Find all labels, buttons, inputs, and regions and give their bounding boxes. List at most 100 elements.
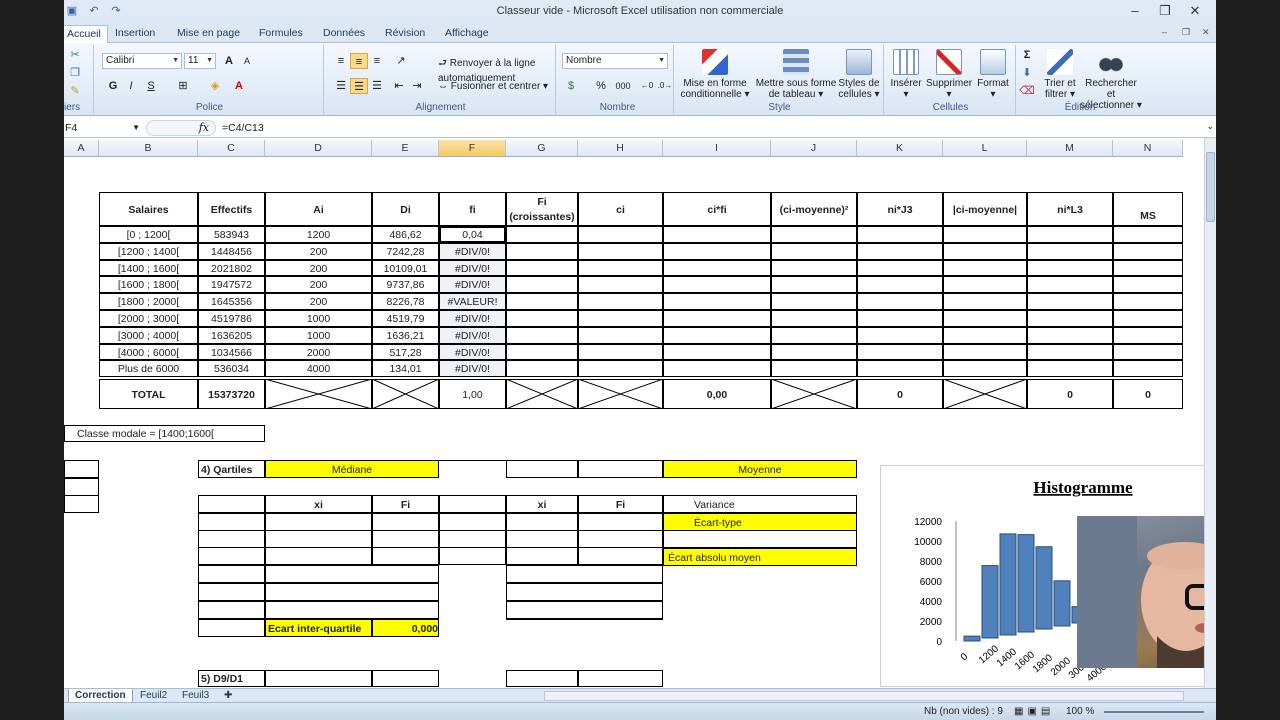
- sort-filter-button[interactable]: Trier et filtrer ▾: [1038, 49, 1082, 100]
- table-cell[interactable]: [578, 259, 663, 277]
- table-cell[interactable]: [943, 276, 1027, 294]
- table-header[interactable]: Effectifs: [198, 192, 265, 226]
- borders-icon[interactable]: ⊞: [174, 78, 192, 94]
- cell[interactable]: [198, 619, 265, 637]
- table-cell[interactable]: [857, 310, 943, 327]
- table-cell[interactable]: 1034566: [198, 343, 265, 361]
- table-cell[interactable]: [857, 226, 943, 243]
- fi-cell[interactable]: [578, 547, 663, 565]
- column-header-m[interactable]: M: [1027, 140, 1113, 157]
- crossed-cell[interactable]: [578, 379, 663, 410]
- table-cell[interactable]: [578, 310, 663, 327]
- cell[interactable]: [198, 495, 265, 513]
- table-cell[interactable]: #DIV/0!: [439, 276, 506, 294]
- sheet-tab-feuil3[interactable]: Feuil3: [176, 689, 215, 703]
- ribbon-restore-icon[interactable]: ❐: [1182, 27, 1190, 38]
- table-cell[interactable]: [943, 293, 1027, 310]
- table-cell[interactable]: [857, 276, 943, 294]
- ribbon-minimize-icon[interactable]: –: [1162, 27, 1167, 37]
- table-cell[interactable]: #DIV/0!: [439, 326, 506, 344]
- table-header[interactable]: fi: [439, 192, 506, 226]
- table-cell[interactable]: [1113, 226, 1183, 243]
- total-effectifs[interactable]: 15373720: [198, 379, 265, 410]
- table-cell[interactable]: [663, 276, 771, 294]
- ecart-abs-label[interactable]: Écart absolu moyen: [663, 548, 857, 566]
- table-cell[interactable]: 4519786: [198, 310, 265, 327]
- align-right-icon[interactable]: ☰: [368, 78, 386, 94]
- cell[interactable]: [506, 619, 663, 637]
- table-cell[interactable]: [857, 259, 943, 277]
- wrap-text-button[interactable]: ⮐ Renvoyer à la ligne automatiquement: [438, 56, 555, 84]
- active-cell-outline[interactable]: [439, 226, 506, 243]
- bold-button[interactable]: G: [104, 78, 122, 94]
- table-cell[interactable]: 2021802: [198, 259, 265, 277]
- minimize-button[interactable]: –: [1120, 2, 1150, 20]
- align-top-icon[interactable]: ≡: [332, 53, 350, 69]
- table-cell[interactable]: 10109,01: [372, 259, 439, 277]
- fi-cell[interactable]: [372, 530, 439, 548]
- table-cell[interactable]: 517,28: [372, 343, 439, 361]
- table-cell[interactable]: [1800 ; 2000[: [99, 293, 198, 310]
- close-button[interactable]: ✕: [1180, 2, 1210, 20]
- column-header-b[interactable]: B: [99, 140, 198, 157]
- table-cell[interactable]: [771, 343, 857, 361]
- currency-icon[interactable]: $: [562, 78, 580, 94]
- table-cell[interactable]: [506, 242, 578, 260]
- table-cell[interactable]: 1000: [265, 310, 372, 327]
- xi-cell[interactable]: [506, 513, 578, 531]
- tab-mise-en-page[interactable]: Mise en page: [177, 25, 240, 43]
- left-box[interactable]: [64, 460, 99, 478]
- table-cell[interactable]: [1113, 242, 1183, 260]
- table-cell[interactable]: 583943: [198, 226, 265, 243]
- cell[interactable]: [265, 565, 439, 583]
- crossed-cell[interactable]: [265, 379, 372, 410]
- cell[interactable]: [506, 601, 663, 619]
- cell[interactable]: [439, 547, 506, 565]
- xi-cell[interactable]: [506, 547, 578, 565]
- modal-class[interactable]: Classe modale = [1400;1600[: [64, 425, 265, 442]
- table-cell[interactable]: [1113, 293, 1183, 310]
- table-cell[interactable]: 1947572: [198, 276, 265, 294]
- cell[interactable]: [198, 513, 265, 531]
- total-nij3[interactable]: 0: [857, 379, 943, 410]
- crossed-cell[interactable]: [506, 379, 578, 410]
- table-cell[interactable]: [1600 ; 1800[: [99, 276, 198, 294]
- cell[interactable]: [198, 583, 265, 601]
- table-cell[interactable]: #DIV/0!: [439, 259, 506, 277]
- format-table-button[interactable]: Mettre sous forme de tableau ▾: [754, 49, 838, 100]
- total-nil3[interactable]: 0: [1027, 379, 1113, 410]
- number-format-select[interactable]: Nombre ▼: [562, 53, 668, 69]
- fi-cell[interactable]: [372, 547, 439, 565]
- table-cell[interactable]: [663, 360, 771, 378]
- table-cell[interactable]: [771, 326, 857, 344]
- table-cell[interactable]: [578, 360, 663, 378]
- cell[interactable]: [198, 601, 265, 619]
- cell[interactable]: [265, 583, 439, 601]
- crossed-cell[interactable]: [771, 379, 857, 410]
- table-cell[interactable]: [771, 310, 857, 327]
- table-header[interactable]: ni*L3: [1027, 192, 1113, 226]
- fi-cell[interactable]: Fi: [578, 495, 663, 513]
- format-painter-icon[interactable]: ✎: [66, 83, 84, 99]
- align-center-icon[interactable]: ☰: [350, 78, 368, 94]
- table-header[interactable]: Fi (croissantes): [506, 192, 578, 226]
- table-cell[interactable]: #DIV/0!: [439, 360, 506, 378]
- table-header[interactable]: Salaires: [99, 192, 198, 226]
- total-label[interactable]: TOTAL: [99, 379, 198, 410]
- column-header-k[interactable]: K: [857, 140, 943, 157]
- table-cell[interactable]: [771, 242, 857, 260]
- table-cell[interactable]: #DIV/0!: [439, 310, 506, 327]
- crossed-cell[interactable]: [372, 379, 439, 410]
- cut-icon[interactable]: ✂: [66, 47, 84, 63]
- table-cell[interactable]: [857, 343, 943, 361]
- column-header-c[interactable]: C: [198, 140, 265, 157]
- table-cell[interactable]: #DIV/0!: [439, 242, 506, 260]
- table-cell[interactable]: [857, 242, 943, 260]
- table-cell[interactable]: [506, 360, 578, 378]
- column-header-d[interactable]: D: [265, 140, 372, 157]
- align-bottom-icon[interactable]: ≡: [368, 53, 386, 69]
- table-cell[interactable]: [663, 293, 771, 310]
- sheet-tab-correction[interactable]: Correction: [68, 689, 133, 703]
- underline-button[interactable]: S: [142, 78, 160, 94]
- decrease-indent-icon[interactable]: ⇤: [390, 78, 408, 94]
